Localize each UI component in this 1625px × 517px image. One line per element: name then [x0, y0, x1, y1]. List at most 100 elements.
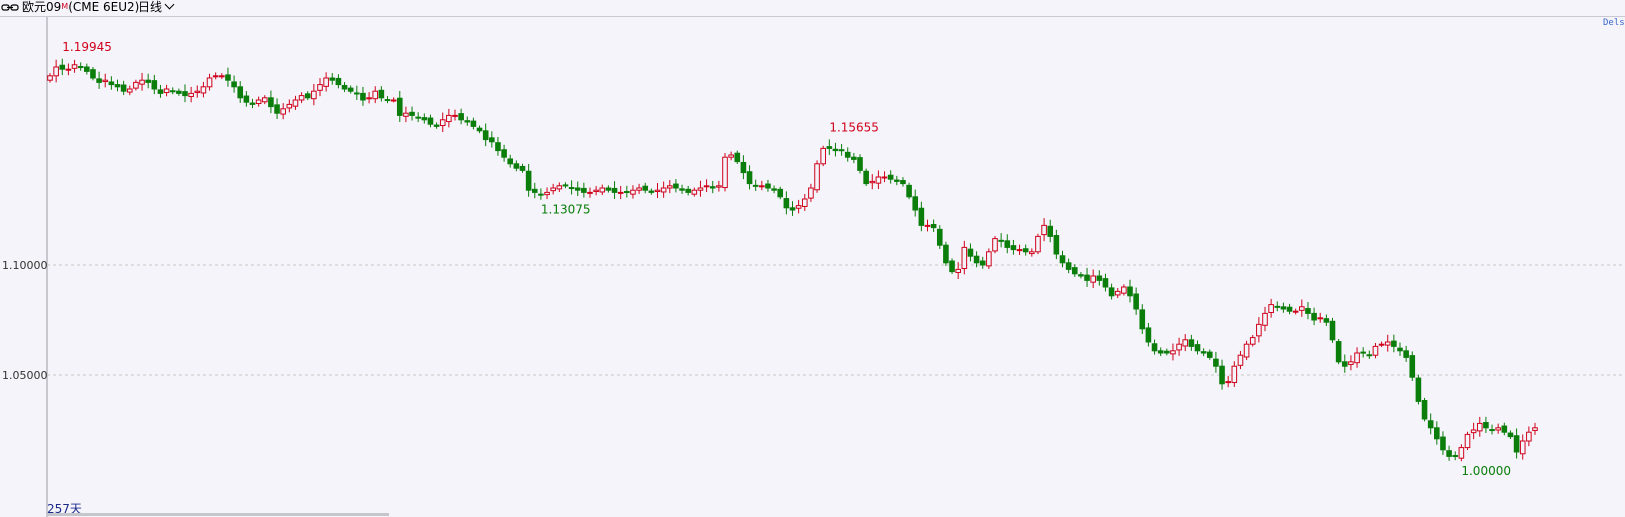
candle-body-up [1090, 275, 1096, 283]
candle [1157, 347, 1164, 357]
y-tick-label: 1.05000 [2, 369, 48, 382]
candle [1188, 334, 1195, 351]
candle-body-down [857, 157, 863, 171]
candle-body-up [869, 180, 876, 184]
candlestick-chart[interactable]: 1.10000 1.05000 1.19945 1.15655 1.13075 1.000… [0, 17, 1625, 517]
candle-body-down [1305, 308, 1311, 314]
candle [936, 225, 943, 249]
candle-body-down [709, 186, 716, 189]
candle-body-up [728, 154, 734, 158]
candle [820, 145, 826, 167]
candle-body-up [1029, 251, 1035, 255]
candle-body-down [1397, 347, 1403, 352]
candle-body-up [403, 112, 409, 117]
candle-body-down [1403, 350, 1409, 358]
candle-body-down [581, 187, 587, 193]
candle-body-down [1440, 436, 1446, 451]
chevron-down-icon [164, 0, 175, 10]
candle-body-up [636, 187, 642, 191]
candle [986, 248, 992, 269]
candle [1489, 424, 1495, 435]
candle [1311, 307, 1317, 326]
candle [636, 183, 642, 194]
chain-link-icon[interactable] [1, 1, 19, 15]
candle [722, 153, 728, 192]
candle [1078, 272, 1084, 279]
candle [1274, 301, 1281, 312]
instrument-title-superscript: M [61, 2, 69, 11]
candle-body-down [347, 87, 354, 92]
candle-body-down [329, 77, 336, 81]
candle-body-down [519, 165, 526, 171]
candle [801, 194, 808, 211]
candle-body-down [1323, 318, 1330, 323]
candle-body-down [998, 239, 1004, 242]
candle [1102, 273, 1109, 292]
candle-body-down [476, 127, 483, 132]
candle-body-down [1391, 340, 1397, 347]
candle-body-down [1022, 248, 1029, 253]
candle-body-up [1225, 381, 1231, 384]
candle-body-down [918, 207, 925, 226]
candle-body-down [90, 69, 96, 79]
candle [409, 106, 415, 121]
candle [918, 201, 925, 232]
candle [157, 84, 164, 98]
candle-body-up [47, 75, 53, 81]
candle [581, 182, 587, 198]
candle-body-down [863, 170, 869, 185]
candle-body-down [1452, 455, 1459, 458]
candle-body-up [298, 95, 305, 101]
instrument-title[interactable]: 欧元09M(CME 6EU2) [22, 0, 139, 15]
candle [1299, 299, 1305, 317]
candle [200, 81, 207, 98]
candle-body-down [1065, 262, 1072, 270]
candle [1427, 413, 1434, 435]
candle [1219, 359, 1225, 390]
candle-body-down [1139, 309, 1146, 330]
candle [1434, 421, 1440, 445]
period-dropdown[interactable]: 日线 [138, 0, 175, 15]
candle-body-down [1059, 255, 1066, 264]
candle [1335, 338, 1342, 365]
candle [943, 241, 949, 266]
candle [433, 122, 440, 129]
candle [544, 187, 550, 200]
candle [1323, 314, 1330, 326]
candle [298, 92, 305, 104]
horizontal-scrollbar[interactable] [47, 513, 389, 516]
candle-body-down [489, 137, 495, 143]
candle [378, 86, 385, 102]
candle-body-up [1470, 429, 1477, 434]
candle-body-down [752, 184, 759, 187]
candle [1305, 302, 1311, 320]
candle-body-down [568, 187, 575, 190]
candle [783, 191, 790, 215]
candle-body-down [114, 84, 121, 88]
candle [967, 243, 974, 262]
candle [163, 84, 170, 97]
candle [53, 59, 59, 83]
candle [979, 256, 986, 269]
candle [439, 112, 446, 133]
candle [624, 185, 630, 198]
candle [1415, 374, 1422, 405]
high-price-annotation: 1.15655 [829, 120, 879, 134]
candle-body-down [243, 95, 250, 103]
candle [1145, 322, 1152, 347]
candle [587, 187, 593, 198]
candle [894, 175, 900, 186]
candle [1243, 340, 1250, 361]
candle [1391, 334, 1397, 353]
candle-body-down [501, 149, 507, 158]
candle [869, 174, 876, 190]
candle-body-up [1121, 286, 1127, 294]
candle-body-down [943, 244, 949, 264]
candle [746, 165, 753, 190]
candle [384, 96, 391, 104]
candle [108, 76, 115, 90]
candle [84, 63, 90, 75]
candle [1513, 428, 1520, 459]
candle-body-down [1108, 287, 1115, 297]
candle [765, 179, 771, 192]
